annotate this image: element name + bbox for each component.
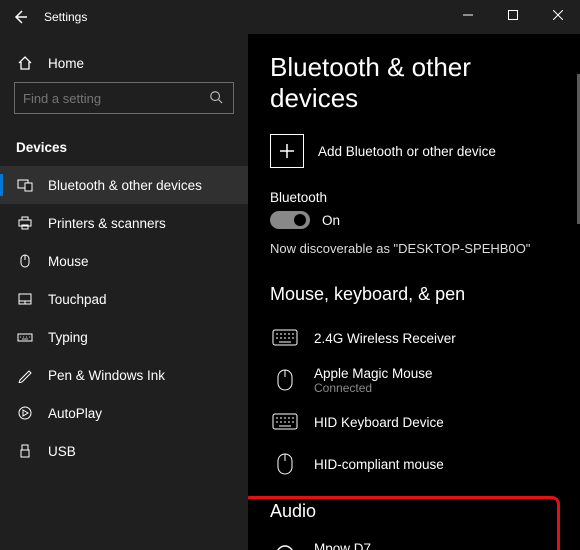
window-title: Settings [44,10,87,24]
sidebar-item-usb[interactable]: USB [0,432,248,470]
sidebar-item-mouse[interactable]: Mouse [0,242,248,280]
sidebar-item-label: Typing [48,330,88,345]
discoverable-text: Now discoverable as "DESKTOP-SPEHB0O" [270,241,558,256]
close-icon [553,10,563,20]
home-icon [16,54,34,72]
plus-icon [270,134,304,168]
sidebar-item-pen[interactable]: Pen & Windows Ink [0,356,248,394]
bluetooth-toggle-state: On [322,213,340,228]
sidebar-item-label: USB [48,444,76,459]
sidebar-item-typing[interactable]: Typing [0,318,248,356]
sidebar-item-label: AutoPlay [48,406,102,421]
device-status: Connected [314,381,433,395]
device-row[interactable]: 2.4G Wireless Receiver [270,317,558,359]
device-row-audio[interactable]: Mpow D7 Connected voice, music [270,534,558,550]
add-device-label: Add Bluetooth or other device [318,144,496,159]
back-arrow-icon [12,9,28,25]
device-row[interactable]: HID-compliant mouse [270,443,558,485]
device-row[interactable]: HID Keyboard Device [270,401,558,443]
sidebar-item-label: Mouse [48,254,89,269]
printer-icon [16,214,34,232]
minimize-button[interactable] [445,0,490,30]
device-row[interactable]: Apple Magic Mouse Connected [270,359,558,401]
add-device-button[interactable]: Add Bluetooth or other device [270,134,558,168]
section-title-mkp: Mouse, keyboard, & pen [270,284,558,305]
close-button[interactable] [535,0,580,30]
sidebar-home[interactable]: Home [0,44,248,82]
sidebar-item-printers[interactable]: Printers & scanners [0,204,248,242]
window-controls [445,0,580,30]
touchpad-icon [16,290,34,308]
keyboard-icon [270,409,300,435]
pen-icon [16,366,34,384]
usb-icon [16,442,34,460]
sidebar-item-touchpad[interactable]: Touchpad [0,280,248,318]
titlebar: Settings [0,0,580,34]
device-name: HID Keyboard Device [314,415,444,430]
page-heading: Bluetooth & other devices [270,52,558,114]
headset-icon [270,542,300,550]
device-name: Apple Magic Mouse [314,366,433,381]
devices-icon [16,176,34,194]
toggle-knob [294,214,306,226]
mouse-device-icon [270,451,300,477]
keyboard-icon [270,325,300,351]
back-button[interactable] [0,0,40,34]
typing-icon [16,328,34,346]
search-input[interactable] [23,91,209,106]
main-panel: Bluetooth & other devices Add Bluetooth … [248,34,580,550]
sidebar-item-autoplay[interactable]: AutoPlay [0,394,248,432]
sidebar-item-label: Touchpad [48,292,107,307]
maximize-icon [508,10,518,20]
sidebar-item-label: Bluetooth & other devices [48,178,202,193]
device-name: Mpow D7 [314,541,441,550]
mouse-device-icon [270,367,300,393]
sidebar-home-label: Home [48,56,84,71]
maximize-button[interactable] [490,0,535,30]
device-name: 2.4G Wireless Receiver [314,331,456,346]
minimize-icon [463,10,473,20]
bluetooth-toggle[interactable] [270,211,310,229]
section-title-audio: Audio [270,501,558,522]
sidebar-section-label: Devices [16,140,67,155]
device-name: HID-compliant mouse [314,457,444,472]
sidebar-item-label: Pen & Windows Ink [48,368,165,383]
search-box[interactable] [14,82,234,114]
autoplay-icon [16,404,34,422]
bluetooth-label: Bluetooth [270,190,558,205]
search-icon [209,90,225,106]
mouse-icon [16,252,34,270]
sidebar-item-bluetooth[interactable]: Bluetooth & other devices [0,166,248,204]
sidebar-item-label: Printers & scanners [48,216,166,231]
sidebar-section-devices: Devices [0,128,248,166]
sidebar: Home Devices Bluetooth & other devices P [0,34,248,550]
